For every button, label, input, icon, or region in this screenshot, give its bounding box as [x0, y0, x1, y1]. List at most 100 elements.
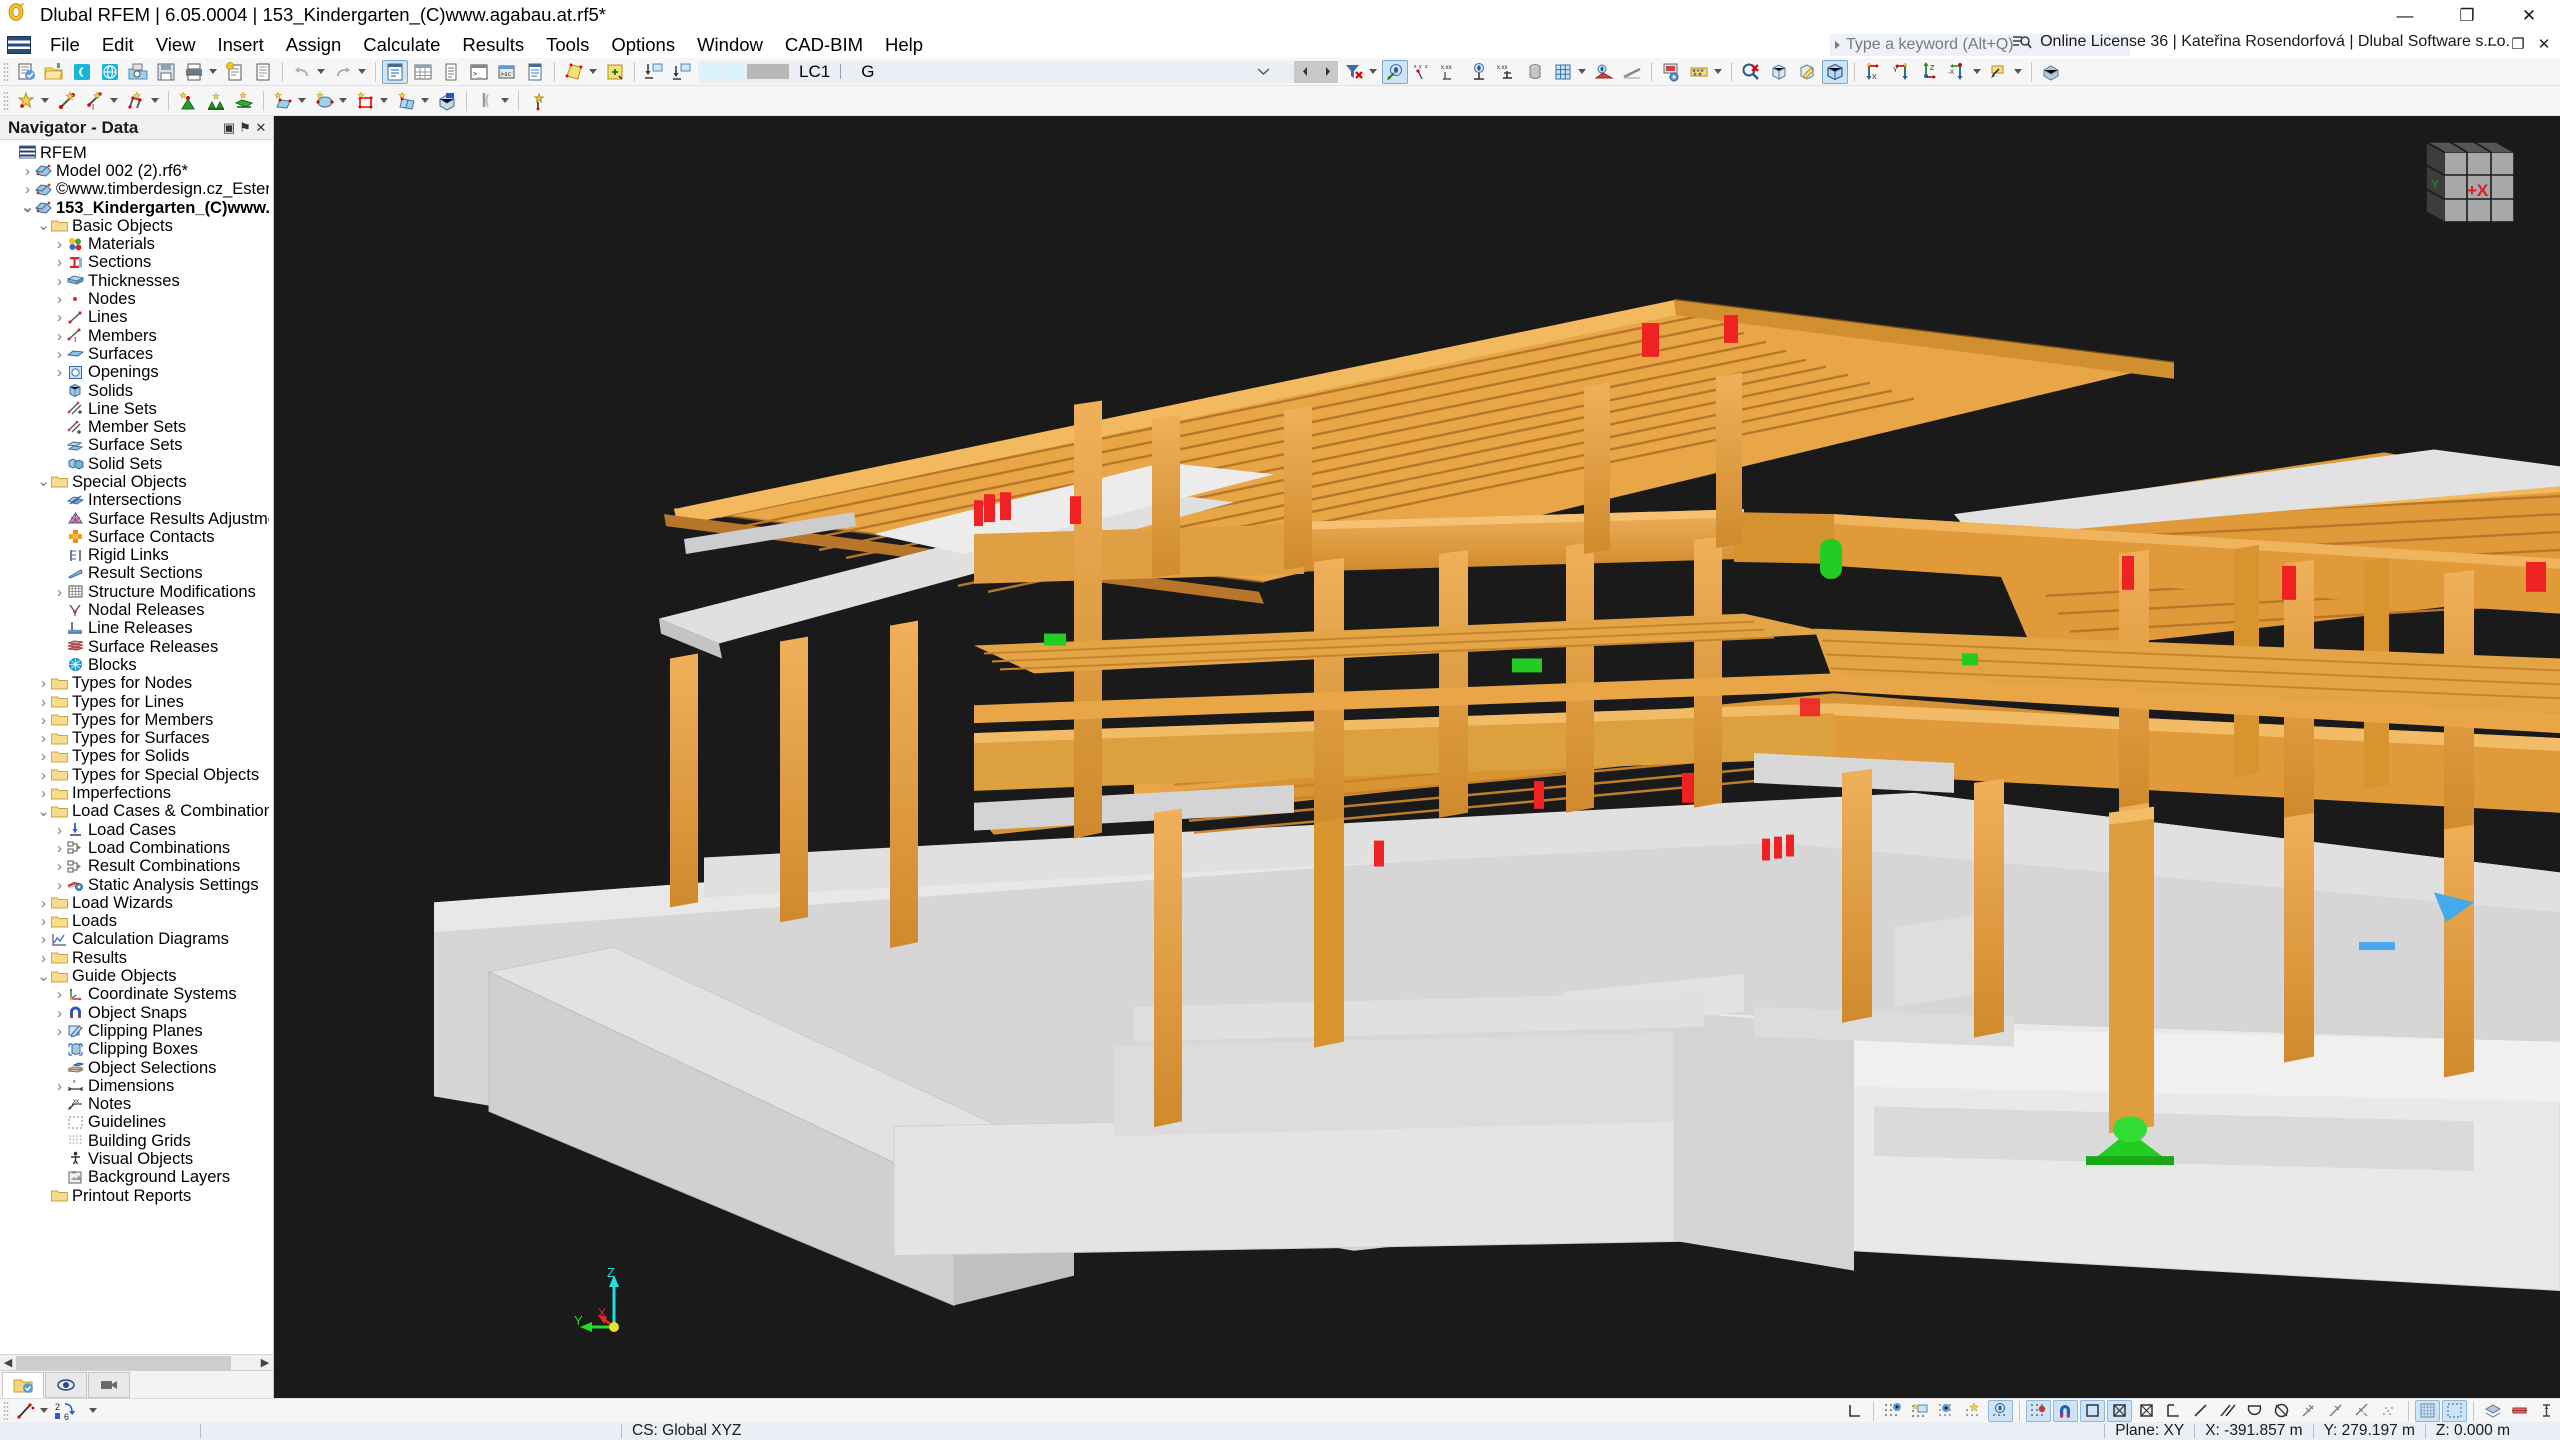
chevron-down-icon[interactable]: ⌄ — [36, 218, 51, 234]
chevron-right-icon[interactable]: › — [36, 675, 51, 692]
tree-item-object-snaps[interactable]: › Object Snaps — [0, 1004, 273, 1022]
load-up-icon[interactable] — [669, 60, 695, 84]
new-surface-dropdown-icon[interactable] — [298, 98, 306, 103]
new-polyline-dropdown-icon[interactable] — [151, 98, 159, 103]
chevron-right-icon[interactable]: › — [52, 273, 67, 290]
tree-item-surface-contacts[interactable]: Surface Contacts — [0, 528, 273, 546]
chevron-right-icon[interactable]: › — [36, 785, 51, 802]
scroll-left-arrow-icon[interactable]: ◀ — [0, 1356, 16, 1369]
tree-item-sections[interactable]: › Sections — [0, 253, 273, 272]
new-surface-set-dropdown-icon[interactable] — [421, 98, 429, 103]
chevron-right-icon[interactable]: › — [36, 895, 51, 912]
tree-item-clipping-planes[interactable]: › Clipping Planes — [0, 1022, 273, 1040]
tree-item-rfem[interactable]: RFEM — [0, 144, 273, 162]
twisty-spacer[interactable] — [4, 145, 19, 161]
magnet-icon[interactable] — [2053, 1399, 2078, 1422]
tree-item-load-combinations[interactable]: › Load Combinations — [0, 839, 273, 857]
abacus-dropdown-icon[interactable] — [1714, 69, 1722, 74]
tree-item-printout-reports[interactable]: Printout Reports — [0, 1187, 273, 1205]
view-x-icon[interactable]: X — [1861, 60, 1887, 84]
load-case-selector[interactable]: LC1 G — [698, 60, 1338, 83]
printout-report-icon[interactable] — [222, 60, 248, 84]
tree-item-rigid-links[interactable]: Rigid Links — [0, 546, 273, 565]
new-surface-support-icon[interactable] — [231, 89, 257, 113]
tree-item-structure-modifications[interactable]: › Structure Modifications — [0, 583, 273, 601]
layers-icon[interactable] — [2038, 60, 2064, 84]
new-node-table-icon[interactable] — [602, 60, 628, 84]
filter-dropdown-icon[interactable] — [1369, 69, 1377, 74]
nav-tab-data[interactable] — [2, 1372, 44, 1398]
print-icon[interactable] — [181, 60, 207, 84]
console-icon[interactable]: >_ — [466, 60, 492, 84]
new-opening-dropdown-icon[interactable] — [380, 98, 388, 103]
chevron-right-icon[interactable]: › — [20, 163, 35, 180]
parallel-snap-icon[interactable] — [2215, 1400, 2240, 1422]
script-icon[interactable]: >sc — [494, 60, 520, 84]
tree-item-line-sets[interactable]: Line Sets — [0, 400, 273, 418]
doc-minimize-button[interactable]: – — [2484, 36, 2500, 53]
chevron-right-icon[interactable]: › — [36, 712, 51, 729]
bottom-toolbar-grip[interactable] — [3, 1400, 9, 1421]
chevron-right-icon[interactable]: › — [52, 1005, 67, 1022]
solid-icon[interactable] — [1522, 60, 1548, 84]
box-icon[interactable] — [1766, 60, 1792, 84]
tree-item-imperfections[interactable]: › Imperfections — [0, 784, 273, 802]
arc-snap-icon[interactable] — [2242, 1400, 2267, 1422]
tree-item-openings[interactable]: › Openings — [0, 363, 273, 382]
list-icon[interactable] — [438, 60, 464, 84]
doc-close-button[interactable]: ✕ — [2536, 35, 2552, 53]
menu-options[interactable]: Options — [600, 30, 686, 60]
new-line-icon[interactable] — [54, 89, 80, 113]
tree-item-load-cases-combinations[interactable]: ⌄ Load Cases & Combinations — [0, 802, 273, 821]
tree-item-dimensions[interactable]: › x Dimensions — [0, 1077, 273, 1095]
undo-icon[interactable] — [289, 60, 315, 84]
model-3d-render[interactable] — [274, 116, 2560, 1398]
new-polyline-icon[interactable] — [123, 89, 149, 113]
tree-item-load-cases[interactable]: › Load Cases — [0, 821, 273, 839]
iso-view-icon[interactable] — [1822, 59, 1848, 84]
chevron-right-icon[interactable]: › — [36, 767, 51, 784]
chevron-right-icon[interactable]: › — [36, 694, 51, 711]
chevron-right-icon[interactable]: › — [52, 236, 67, 253]
perp1-snap-icon[interactable] — [2296, 1400, 2321, 1422]
tree-item-notes[interactable]: xx Notes — [0, 1095, 273, 1113]
table-icon[interactable] — [410, 60, 436, 84]
window-close-button[interactable]: ✕ — [2498, 0, 2560, 31]
tree-item-background-layers[interactable]: Background Layers — [0, 1168, 273, 1187]
nav-tab-views[interactable] — [88, 1372, 130, 1398]
toolbar-grip-2[interactable] — [3, 90, 9, 111]
chevron-right-icon[interactable]: › — [52, 584, 67, 601]
chevron-down-icon[interactable]: ⌄ — [36, 969, 51, 985]
new-line-support-icon[interactable] — [203, 89, 229, 113]
view-y-icon[interactable]: Y — [1889, 60, 1915, 84]
perp2-snap-icon[interactable] — [2323, 1400, 2348, 1422]
grid-icon[interactable] — [1550, 60, 1576, 84]
load-down-icon[interactable] — [641, 60, 667, 84]
chevron-right-icon[interactable]: › — [52, 877, 67, 894]
scroll-thumb[interactable] — [16, 1355, 231, 1370]
cross-snap-icon[interactable] — [2107, 1399, 2132, 1422]
zoom-point-icon[interactable] — [1466, 60, 1492, 84]
new-imperfection-dropdown-icon[interactable] — [501, 98, 509, 103]
tree-item-types-for-surfaces[interactable]: › Types for Surfaces — [0, 729, 273, 748]
rotate-view-icon[interactable] — [1986, 60, 2012, 84]
circle-snap-icon[interactable] — [2269, 1400, 2294, 1422]
tree-item-result-combinations[interactable]: › Result Combinations — [0, 857, 273, 876]
menu-help[interactable]: Help — [874, 30, 934, 60]
chevron-right-icon[interactable]: › — [36, 913, 51, 930]
render-icon[interactable] — [1591, 60, 1617, 84]
load-case-prev-button[interactable] — [1294, 60, 1316, 83]
grid-dropdown-icon[interactable] — [1578, 69, 1586, 74]
grid-object-snap-icon[interactable] — [1907, 1400, 1932, 1422]
tree-item-visual-objects[interactable]: Visual Objects — [0, 1150, 273, 1168]
point-grid-icon[interactable] — [1934, 1400, 1959, 1422]
new-load-icon[interactable] — [525, 89, 551, 113]
chevron-down-icon[interactable]: ⌄ — [36, 804, 51, 820]
tree-item-coordinate-systems[interactable]: › Coordinate Systems — [0, 985, 273, 1004]
new-node-icon[interactable] — [13, 89, 39, 113]
menu-file[interactable]: File — [39, 30, 91, 60]
menu-tools[interactable]: Tools — [535, 30, 600, 60]
save-icon[interactable] — [153, 60, 179, 84]
rotate-dropdown-icon[interactable] — [2014, 69, 2022, 74]
scroll-track[interactable] — [16, 1355, 257, 1370]
